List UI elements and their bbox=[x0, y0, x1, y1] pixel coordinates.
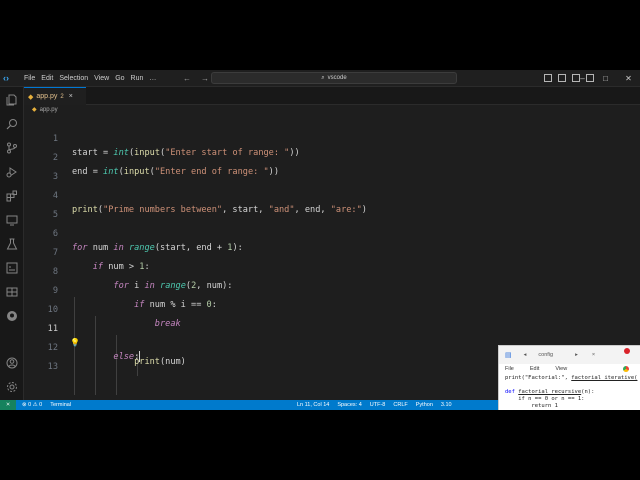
menu-go[interactable]: Go bbox=[112, 70, 127, 87]
chrome-icon bbox=[623, 366, 629, 372]
editor-tabs: ◆ app.py 2 × bbox=[24, 87, 640, 105]
close-window-icon[interactable]: ✕ bbox=[617, 70, 640, 87]
source-control-icon[interactable] bbox=[6, 141, 18, 154]
code-line: 2 end = int(input("Enter end of range: "… bbox=[24, 137, 640, 177]
problems-status[interactable]: ⊗ 0 ⚠ 0 bbox=[22, 402, 42, 408]
remote-indicator-icon[interactable]: ⨯ bbox=[0, 400, 16, 410]
settings-gear-icon[interactable] bbox=[6, 380, 18, 392]
remote-explorer-icon[interactable] bbox=[6, 213, 18, 226]
overlay-code: print("Factorial:", factorial_iterative(… bbox=[499, 375, 640, 410]
menu-edit[interactable]: Edit bbox=[38, 70, 56, 87]
menu-more[interactable]: … bbox=[146, 70, 159, 87]
record-indicator-icon bbox=[624, 348, 630, 354]
code-line: 9 if num % i == 0: bbox=[24, 270, 640, 310]
account-icon[interactable] bbox=[6, 356, 18, 369]
toggle-panel-icon[interactable] bbox=[558, 74, 566, 82]
overlay-code-text: factorial_iterative( bbox=[571, 375, 638, 381]
back-arrow-icon[interactable]: ◂ bbox=[524, 352, 527, 358]
forward-arrow-icon[interactable]: → bbox=[201, 70, 209, 87]
search-text: vscode bbox=[327, 75, 347, 81]
line-number: 13 bbox=[47, 362, 58, 372]
overlay-menu: File Edit View bbox=[499, 366, 640, 375]
code-line: 7 if num > 1: bbox=[24, 232, 640, 272]
code-line: 6 for num in range(start, end + 1): bbox=[24, 213, 640, 253]
command-center-search[interactable]: ⌕ vscode bbox=[211, 72, 457, 84]
search-icon: ⌕ bbox=[321, 74, 325, 81]
run-debug-icon[interactable] bbox=[6, 165, 18, 178]
forward-arrow-icon[interactable]: ▸ bbox=[575, 352, 578, 358]
overlay-editor-window[interactable]: ▤ ◂ config ▸ × File Edit View print("Fac… bbox=[498, 345, 640, 410]
back-arrow-icon[interactable]: ← bbox=[183, 70, 191, 87]
document-icon: ▤ bbox=[505, 352, 512, 359]
search-icon[interactable] bbox=[6, 117, 18, 130]
code-line: 8 for i in range(2, num): bbox=[24, 251, 640, 291]
overlay-menu-file[interactable]: File bbox=[505, 366, 514, 375]
overlay-code-text: def bbox=[505, 389, 519, 395]
tab-app-py[interactable]: ◆ app.py 2 × bbox=[24, 87, 86, 105]
code-line: 1 start = int(input("Enter start of rang… bbox=[24, 118, 640, 158]
python-version[interactable]: 3.10 bbox=[441, 400, 452, 410]
eol-status[interactable]: CRLF bbox=[393, 400, 407, 410]
code-line: 12 print(num) bbox=[24, 327, 640, 367]
vscode-logo-icon: ‹› bbox=[3, 73, 9, 83]
activity-bar bbox=[0, 87, 24, 400]
explorer-icon[interactable] bbox=[6, 93, 18, 106]
overlay-code-text: return 1 bbox=[505, 403, 558, 409]
toggle-sidebar-icon[interactable] bbox=[544, 74, 552, 82]
terminal-status[interactable]: Terminal bbox=[50, 402, 71, 408]
overlay-title-bar: ▤ ◂ config ▸ × bbox=[499, 346, 640, 364]
code-line: 11 💡 else: bbox=[24, 308, 640, 362]
code-line: 3 bbox=[24, 156, 640, 182]
github-icon[interactable] bbox=[6, 309, 18, 321]
database-icon[interactable] bbox=[6, 285, 18, 297]
language-mode[interactable]: Python bbox=[416, 400, 433, 410]
code-line: 10 break bbox=[24, 289, 640, 329]
close-tab-icon[interactable]: × bbox=[69, 93, 73, 100]
testing-icon[interactable] bbox=[6, 237, 18, 250]
indentation-status[interactable]: Spaces: 4 bbox=[337, 400, 361, 410]
menu-file[interactable]: File bbox=[21, 70, 38, 87]
cursor-position[interactable]: Ln 11, Col 14 bbox=[297, 400, 329, 410]
menu-selection[interactable]: Selection bbox=[56, 70, 91, 87]
python-file-icon: ◆ bbox=[32, 107, 37, 113]
overlay-code-text: factorial_recursive bbox=[518, 389, 582, 395]
docker-icon[interactable] bbox=[6, 261, 18, 274]
breadcrumb[interactable]: ◆ app.py bbox=[32, 106, 58, 114]
encoding-status[interactable]: UTF-8 bbox=[370, 400, 386, 410]
breadcrumb-file[interactable]: app.py bbox=[40, 107, 58, 113]
overlay-tab-title[interactable]: config bbox=[538, 352, 553, 358]
minimize-icon[interactable]: – bbox=[571, 70, 594, 87]
python-file-icon: ◆ bbox=[28, 93, 34, 101]
problems-count-badge: 2 bbox=[60, 93, 64, 100]
menu-run[interactable]: Run bbox=[128, 70, 147, 87]
code-line: 5 bbox=[24, 194, 640, 220]
close-icon[interactable]: × bbox=[592, 352, 595, 358]
title-bar: ‹› File Edit Selection View Go Run … ← →… bbox=[0, 70, 640, 87]
maximize-icon[interactable]: □ bbox=[594, 70, 617, 87]
extensions-icon[interactable] bbox=[6, 189, 18, 202]
menu-view[interactable]: View bbox=[91, 70, 112, 87]
code-line: 4 print("Prime numbers between", start, … bbox=[24, 175, 640, 215]
overlay-code-text: if n == 0 or n == 1: bbox=[505, 396, 585, 402]
overlay-code-text: (n): bbox=[581, 389, 595, 395]
overlay-code-text: print("Factorial:", bbox=[505, 375, 572, 381]
menu-bar: File Edit Selection View Go Run … bbox=[21, 70, 159, 87]
tab-filename: app.py bbox=[36, 93, 58, 100]
overlay-menu-edit[interactable]: Edit bbox=[530, 366, 539, 375]
overlay-menu-view[interactable]: View bbox=[555, 366, 567, 375]
